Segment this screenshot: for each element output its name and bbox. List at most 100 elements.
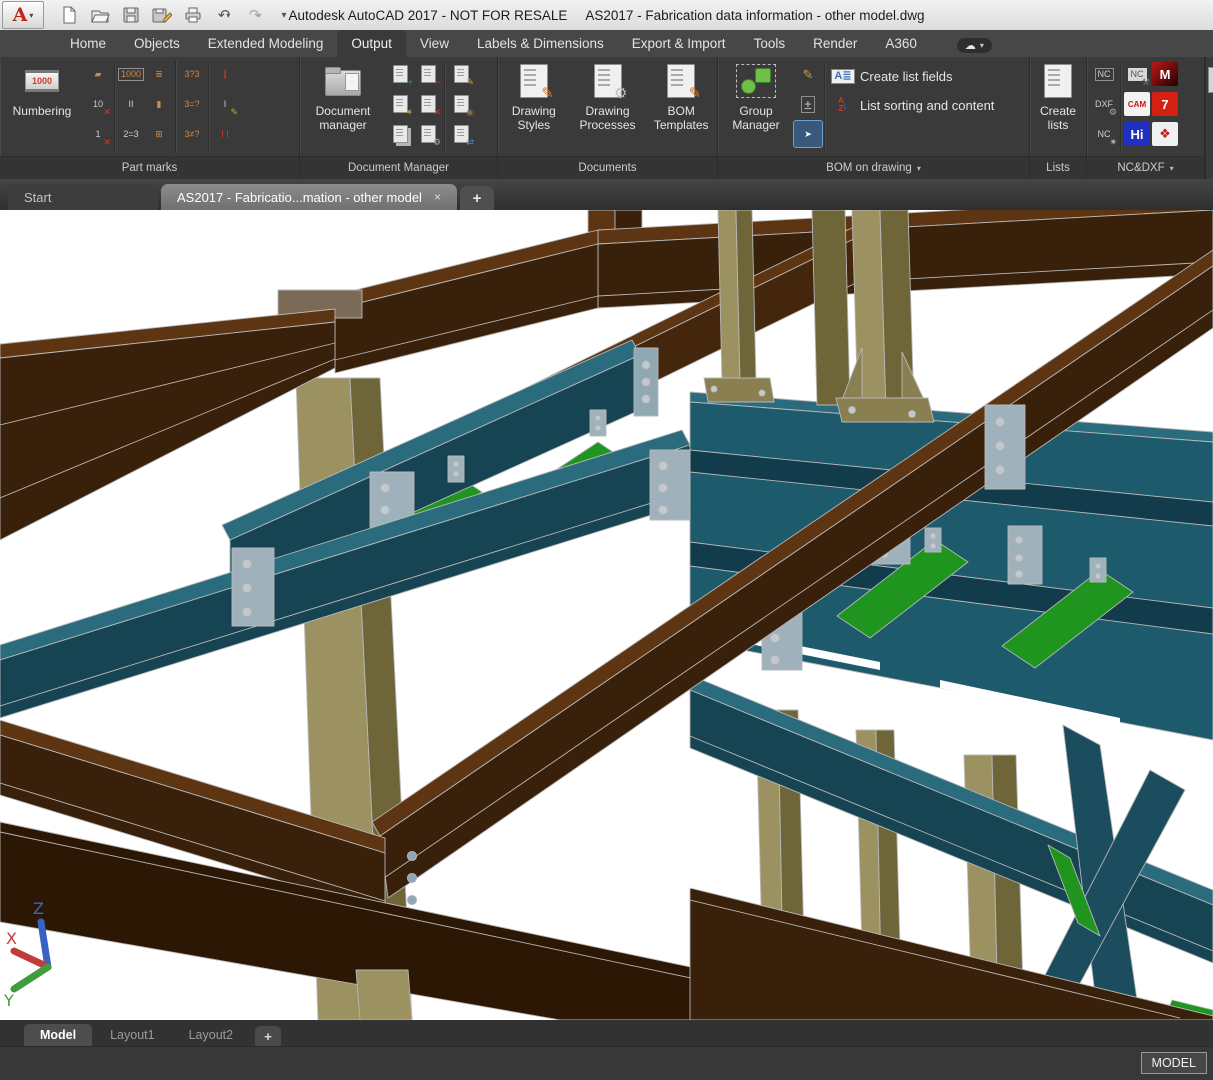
panel-label-document-manager: Document Manager (300, 156, 497, 179)
main-part-red-button[interactable]: I (211, 61, 239, 87)
file-tab-drawing[interactable]: AS2017 - Fabricatio...mation - other mod… (161, 184, 457, 210)
dxf-button[interactable]: DXF⚙ (1090, 91, 1118, 117)
undo-button[interactable]: ↶▾ (213, 4, 235, 26)
prefix-strike-button[interactable]: 3≠? (178, 121, 206, 147)
create-list-fields-button[interactable]: A≣Create list fields (827, 63, 1000, 89)
standalone-parts-button[interactable]: I I (211, 121, 239, 147)
panel-label-nc-dxf[interactable]: NC&DXF▾ (1087, 156, 1204, 179)
delete-numbers-badge-icon: ✕ (103, 108, 111, 117)
layout-tab-layout1[interactable]: Layout1 (94, 1024, 170, 1046)
doc-delete-badge-icon: ✕ (433, 108, 441, 117)
application-menu-button[interactable]: A ▾ (2, 1, 44, 29)
drawing-processes-button[interactable]: ⚙Drawing Processes (572, 57, 644, 155)
m-tool-button[interactable]: M (1151, 61, 1179, 87)
doc-gear-big-icon: ⚙ (594, 62, 622, 100)
new-file-button[interactable] (58, 4, 80, 26)
numbering-button[interactable]: 1000 Numbering (0, 57, 84, 155)
renumber-button[interactable]: 2=3 (117, 121, 145, 147)
layout-tab-model[interactable]: Model (24, 1024, 92, 1046)
nc-machine-badge-icon: ⚒ (1142, 78, 1150, 87)
group-manager-icon (736, 62, 776, 100)
close-icon[interactable]: × (434, 190, 441, 204)
layout-tab-layout2[interactable]: Layout2 (173, 1024, 249, 1046)
group-select-button[interactable]: ➤ (794, 121, 822, 147)
drawing-styles-button[interactable]: ✎Drawing Styles (498, 57, 570, 155)
section-marks-button[interactable]: II (117, 91, 145, 117)
prefix-question-button[interactable]: 3?3 (178, 61, 206, 87)
doc-gear-button[interactable]: ⚙ (414, 121, 442, 147)
panel-bom-on-drawing: Group Manager ✎ ± ➤ A≣Create list fields AZ… (718, 57, 1030, 179)
bom-templates-button[interactable]: ✎BOM Templates (645, 57, 717, 155)
nc-machine-button[interactable]: NC⚒ (1123, 61, 1151, 87)
chevron-down-icon: ▾ (29, 11, 33, 20)
beam-number-button[interactable]: 1000 (117, 61, 145, 87)
panel-label-bom-on-drawing[interactable]: BOM on drawing▾ (718, 156, 1029, 179)
doc-star-button[interactable]: ✶ (386, 91, 414, 117)
doc-stamp-button[interactable]: ◉ (447, 91, 475, 117)
delete-number-single-button[interactable]: 1✕ (84, 121, 112, 147)
check-tool-button[interactable]: ❖ (1151, 121, 1179, 147)
new-drawing-tab-button[interactable]: + (460, 186, 494, 210)
column-center-back[interactable] (812, 210, 850, 405)
nc-button[interactable]: NC (1090, 61, 1118, 87)
ribbon-tab-objects[interactable]: Objects (120, 30, 194, 57)
number-grid-button[interactable]: ⊞ (145, 121, 173, 147)
new-layout-button[interactable]: + (255, 1026, 281, 1046)
cloud-icon: ☁ (965, 39, 976, 52)
ribbon-tab-home[interactable]: Home (56, 30, 120, 57)
attach-marks-button[interactable]: ▮ (145, 91, 173, 117)
doc-edit-button[interactable]: ✎ (447, 61, 475, 87)
open-file-button[interactable] (89, 4, 111, 26)
hispan-tool-button[interactable]: Hi (1123, 121, 1151, 147)
list-sorting-and-content-button[interactable]: AZ↓List sorting and content (827, 92, 1000, 118)
attach-marks-icon: ▮ (157, 100, 162, 109)
doc-remove-button[interactable]: − (414, 61, 442, 87)
part-edit-icon: I (224, 100, 227, 109)
drawing-viewport[interactable]: Z X Y (0, 210, 1213, 1020)
save-button[interactable] (120, 4, 142, 26)
save-as-button[interactable] (151, 4, 173, 26)
cam-tool-button[interactable]: CAM (1123, 91, 1151, 117)
plot-button[interactable] (182, 4, 204, 26)
doc-copy-button[interactable] (386, 121, 414, 147)
prefix-equals-button[interactable]: 3=? (178, 91, 206, 117)
nc-settings-button[interactable]: NC✷ (1090, 121, 1118, 147)
customize-quick-access-button[interactable]: ▾ (275, 4, 297, 26)
beam-top-left[interactable] (335, 230, 598, 373)
ribbon-tab-output[interactable]: Output (337, 30, 406, 57)
ribbon-tab-view[interactable]: View (406, 30, 463, 57)
m-tool-icon: M (1152, 62, 1178, 86)
document-manager-button[interactable]: Document manager (300, 57, 386, 155)
doc-add-button[interactable]: + (386, 61, 414, 87)
redo-button[interactable]: ↷▾ (244, 4, 266, 26)
seven-tool-icon: 7 (1152, 92, 1178, 116)
column-front-sliver[interactable] (356, 970, 412, 1020)
seven-tool-button[interactable]: 7 (1151, 91, 1179, 117)
beam-number-card-button[interactable]: ≣ (145, 61, 173, 87)
group-plusminus-button[interactable]: ± (794, 91, 822, 117)
numbering-erase-button[interactable]: ▰ (84, 61, 112, 87)
doc-delete-button[interactable]: ✕ (414, 91, 442, 117)
ribbon-tab-a360[interactable]: A360 (871, 30, 931, 57)
ribbon-tab-render[interactable]: Render (799, 30, 871, 57)
doc-update-button[interactable]: ⇄ (447, 121, 475, 147)
group-edit-button[interactable]: ✎ (794, 61, 822, 87)
group-manager-button[interactable]: Group Manager (718, 57, 794, 155)
prefix-question-icon: 3?3 (184, 70, 199, 79)
ribbon-tab-export-import[interactable]: Export & Import (618, 30, 740, 57)
doc-star-badge-icon: ✶ (405, 108, 413, 117)
ribbon-tab-labels-dimensions[interactable]: Labels & Dimensions (463, 30, 618, 57)
ribbon-tab-tools[interactable]: Tools (740, 30, 800, 57)
create-lists-button[interactable]: Create lists (1031, 57, 1085, 155)
a360-cloud-button[interactable]: ☁ ▾ (957, 38, 992, 53)
create-lists-icon (1044, 62, 1072, 100)
product-title: Autodesk AutoCAD 2017 - NOT FOR RESALE (288, 8, 567, 23)
part-edit-button[interactable]: I✎ (211, 91, 239, 117)
delete-numbers-button[interactable]: 10✕ (84, 91, 112, 117)
chevron-down-icon: ▾ (917, 164, 921, 173)
file-tab-start[interactable]: Start (8, 184, 158, 210)
doc-remove-badge-icon: − (436, 78, 441, 87)
dxf-badge-icon: ⚙ (1109, 108, 1117, 117)
ribbon-tab-extended-modeling[interactable]: Extended Modeling (194, 30, 338, 57)
model-space-toggle[interactable]: MODEL (1141, 1052, 1207, 1074)
